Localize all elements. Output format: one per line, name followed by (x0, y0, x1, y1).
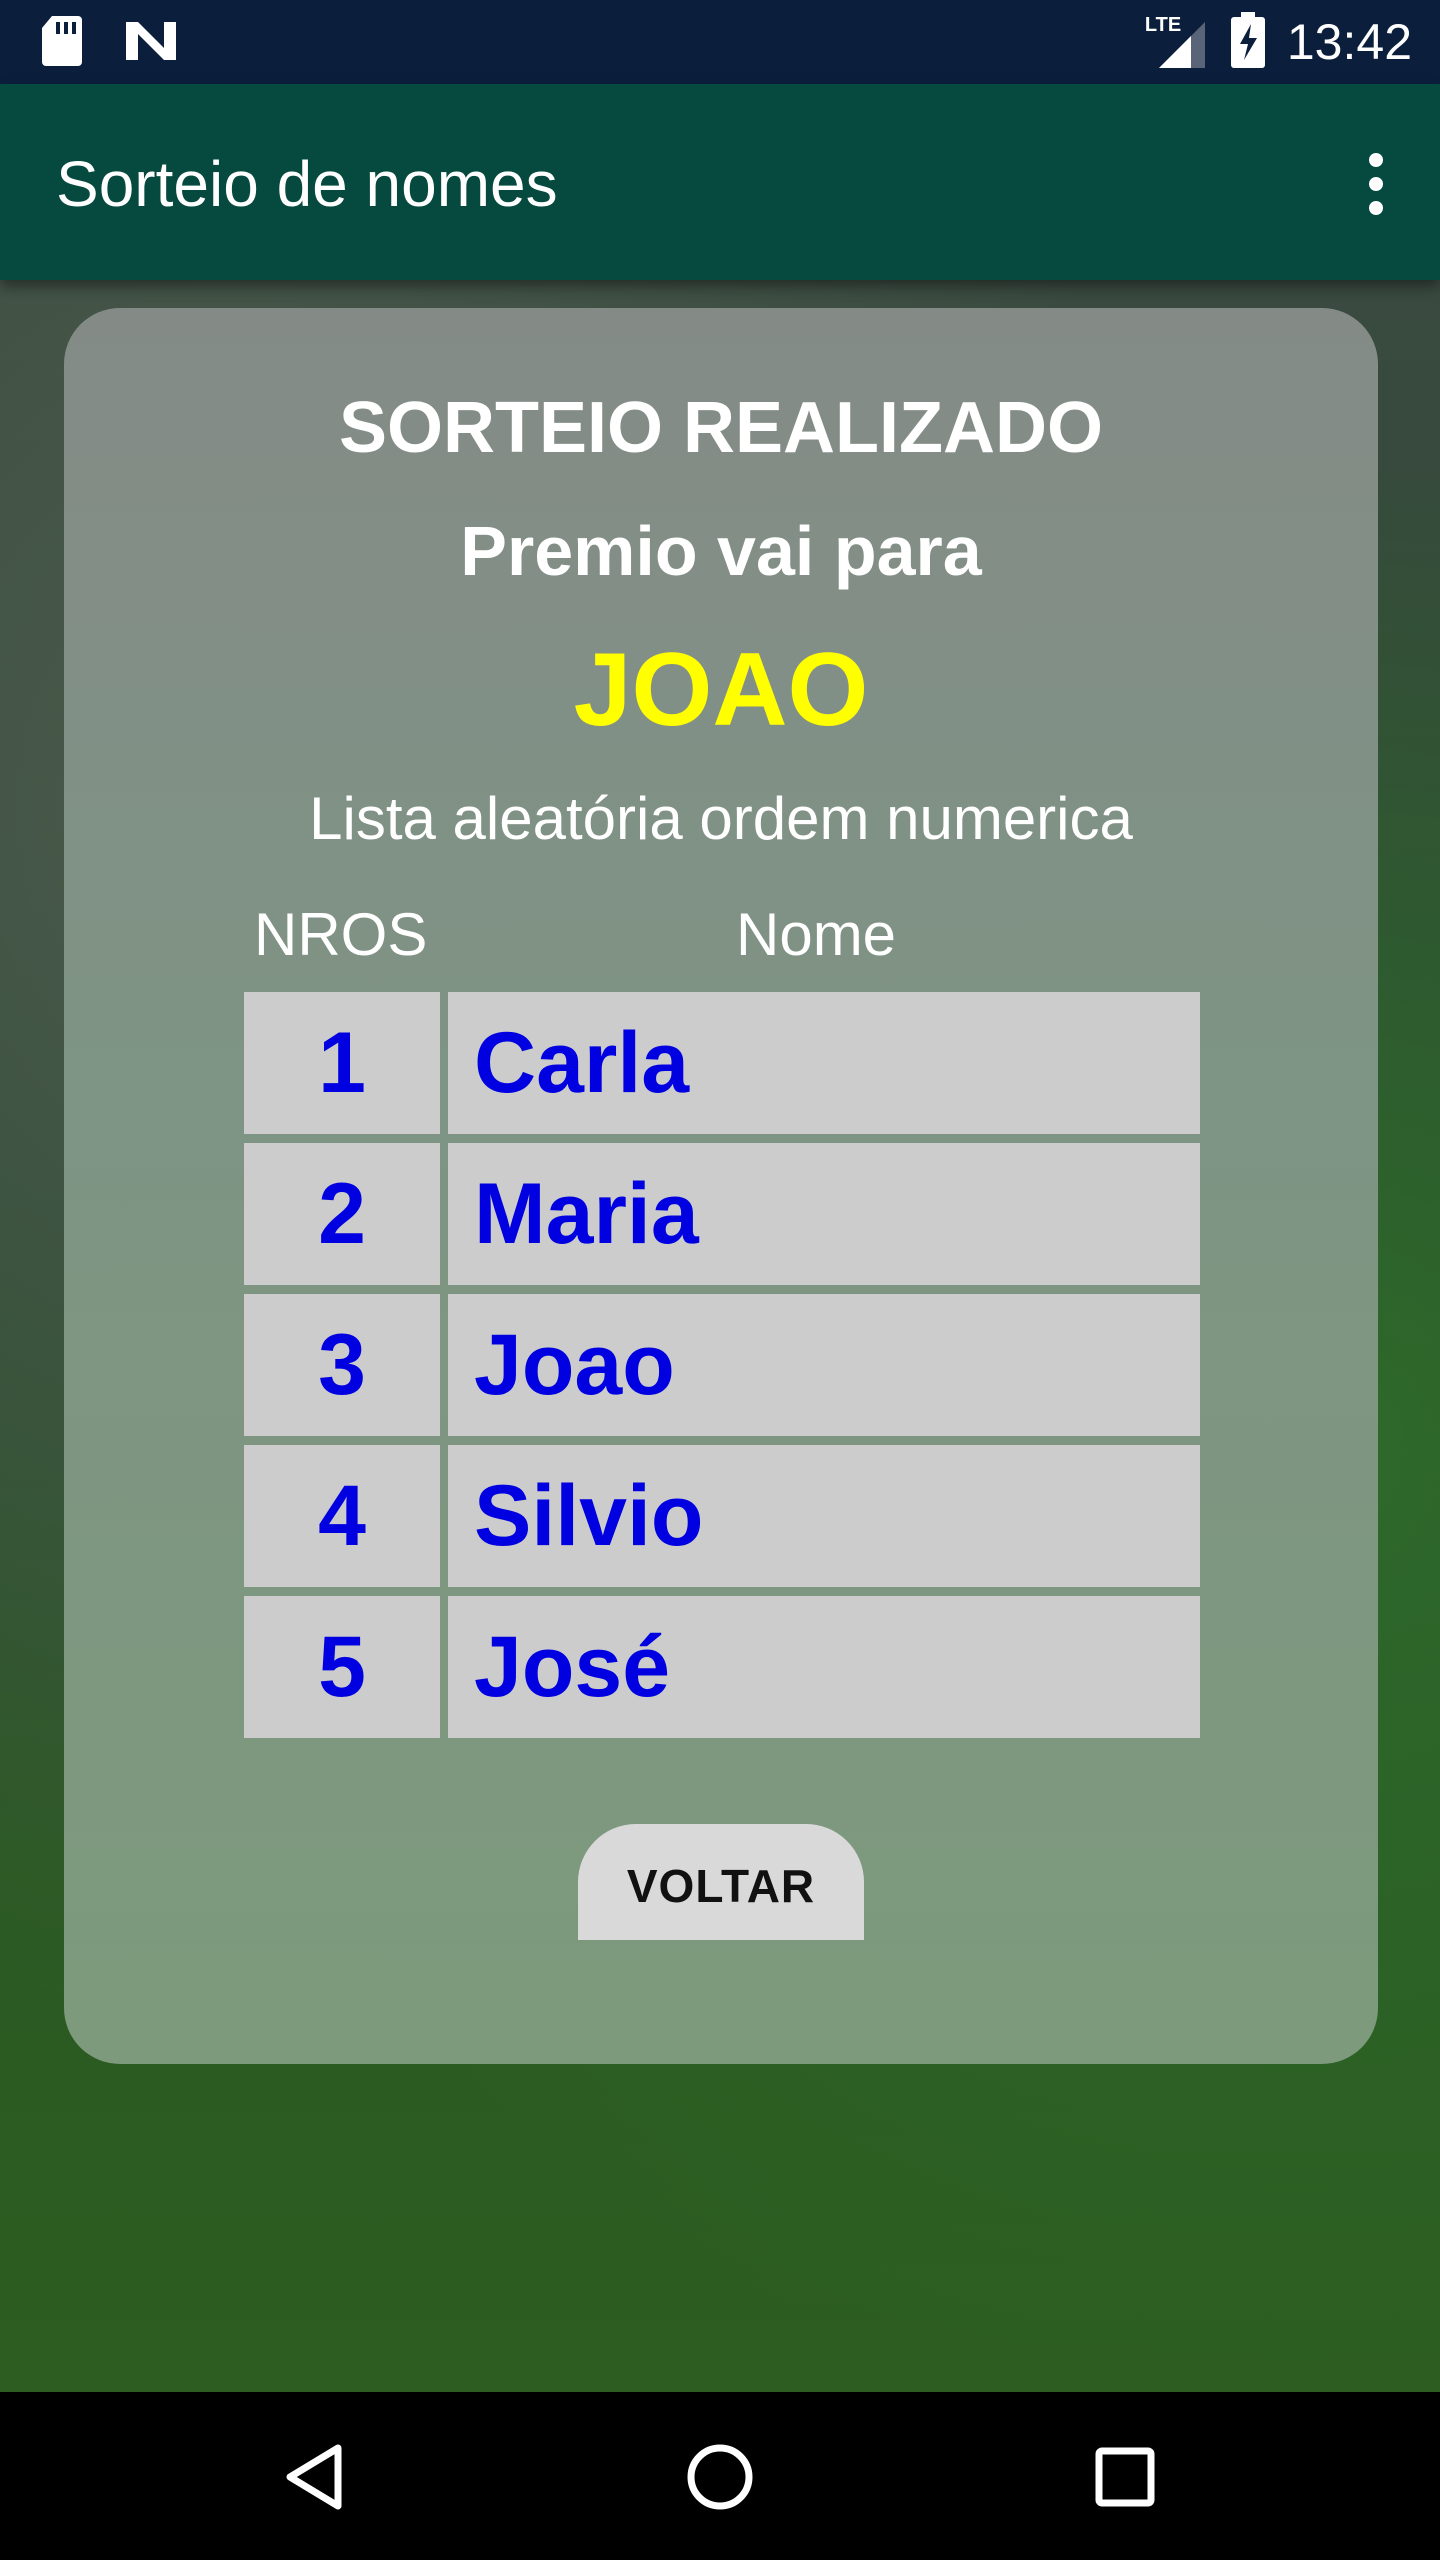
overflow-menu-icon[interactable] (1344, 144, 1408, 224)
result-card: SORTEIO REALIZADO Premio vai para JOAO L… (64, 308, 1378, 2064)
signal-icon: LTE (1145, 14, 1209, 70)
row-name: Maria (448, 1143, 1200, 1285)
table-row: 1 Carla (244, 992, 1200, 1134)
app-title: Sorteio de nomes (56, 148, 558, 220)
names-table: 1 Carla 2 Maria 3 Joao 4 Silvio 5 José (244, 992, 1200, 1747)
table-row: 2 Maria (244, 1143, 1200, 1285)
navigation-bar (0, 2392, 1440, 2560)
row-name: José (448, 1596, 1200, 1738)
column-header-name: Nome (736, 901, 897, 968)
home-icon[interactable] (675, 2432, 765, 2522)
winner-name: JOAO (573, 632, 869, 748)
result-title: SORTEIO REALIZADO (338, 388, 1103, 468)
sd-card-icon (40, 14, 84, 73)
list-caption: Lista aleatória ordem numerica (309, 785, 1133, 852)
table-row: 3 Joao (244, 1294, 1200, 1436)
back-icon[interactable] (270, 2432, 360, 2522)
row-number: 5 (244, 1596, 440, 1738)
row-name: Joao (448, 1294, 1200, 1436)
back-button[interactable]: VOLTAR (578, 1824, 864, 1940)
n-logo-icon (124, 18, 178, 69)
prize-subtitle: Premio vai para (460, 512, 982, 590)
recents-icon[interactable] (1080, 2432, 1170, 2522)
app-bar: Sorteio de nomes (0, 84, 1440, 280)
row-number: 3 (244, 1294, 440, 1436)
column-header-number: NROS (254, 901, 428, 968)
table-row: 5 José (244, 1596, 1200, 1738)
table-row: 4 Silvio (244, 1445, 1200, 1587)
battery-charging-icon (1230, 11, 1265, 73)
row-number: 4 (244, 1445, 440, 1587)
row-name: Carla (448, 992, 1200, 1134)
row-number: 2 (244, 1143, 440, 1285)
row-name: Silvio (448, 1445, 1200, 1587)
status-bar: LTE 13:42 (0, 0, 1440, 84)
row-number: 1 (244, 992, 440, 1134)
clock: 13:42 (1286, 14, 1412, 70)
